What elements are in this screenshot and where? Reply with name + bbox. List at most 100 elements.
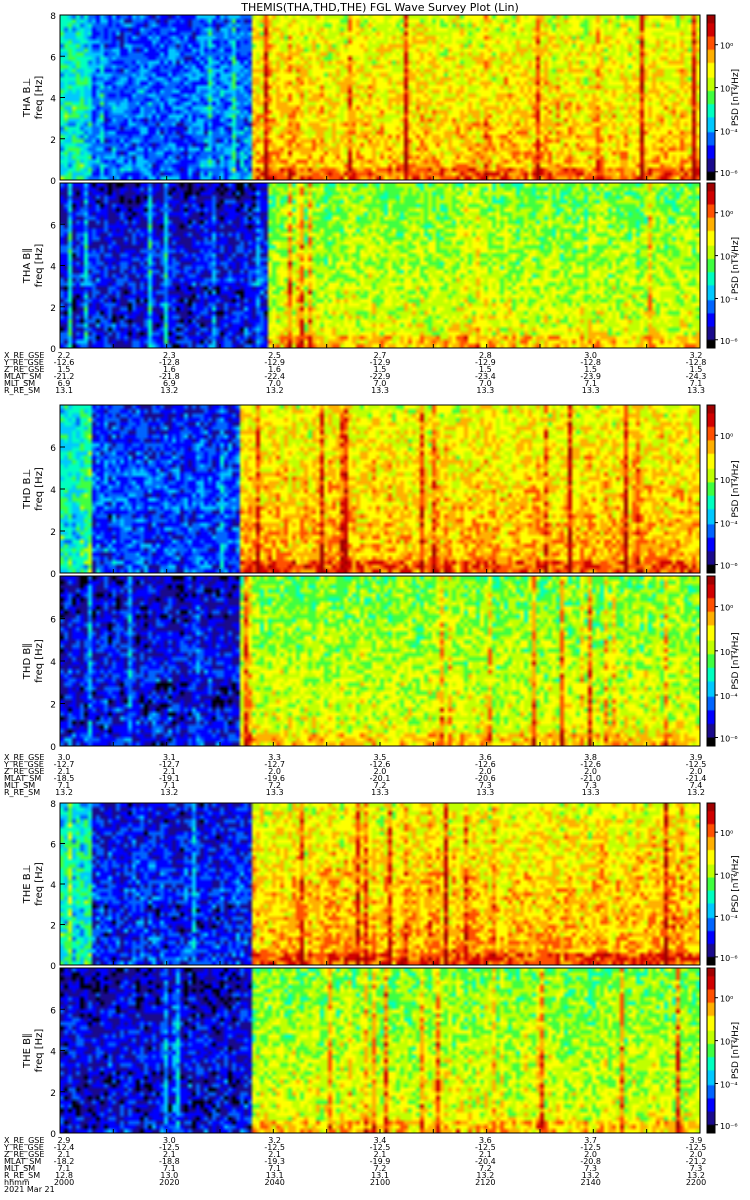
spectrogram-panels: 02468THA B⊥ freq [Hz]10⁰10⁻²10⁻⁴10⁻⁶PSD [… xyxy=(22,12,741,1140)
colorbar-label: PSD [nT²/Hz] xyxy=(731,237,741,294)
y-label-freq: freq [Hz] xyxy=(34,1029,45,1073)
y-label-probe: THD B⊥ xyxy=(22,469,33,510)
y-tick-label: 4 xyxy=(50,1048,56,1058)
colorbar-tick-label: 10⁰ xyxy=(720,210,733,219)
y-tick-label: 2 xyxy=(50,1089,56,1099)
y-label-freq: freq [Hz] xyxy=(34,244,45,288)
colorbar xyxy=(707,576,715,746)
y-tick-label: 8 xyxy=(50,800,56,810)
spectrogram-the-bpar: 0246THE B∥ freq [Hz]10⁰10⁻²10⁻⁴10⁻⁶PSD [n… xyxy=(22,967,741,1140)
colorbar xyxy=(707,968,715,1133)
tick-value: 13.3 xyxy=(582,788,600,797)
tick-value: 2000 xyxy=(54,1178,74,1187)
y-label-probe: THA B∥ xyxy=(22,248,33,285)
y-tick-label: 6 xyxy=(50,53,56,63)
colorbar-tick-label: 10⁻⁴ xyxy=(720,1081,738,1090)
colorbar-tick-label: 10⁰ xyxy=(720,42,733,51)
spectrogram-image xyxy=(60,803,700,965)
tick-value: 13.3 xyxy=(476,386,494,395)
y-tick-label: 6 xyxy=(50,616,56,626)
tick-value: 13.3 xyxy=(687,386,705,395)
y-tick-label: 4 xyxy=(50,881,56,891)
tick-value: 2140 xyxy=(580,1178,600,1187)
y-tick-label: 0 xyxy=(50,345,56,355)
y-label-probe: THE B∥ xyxy=(22,1033,33,1069)
tick-value: 13.3 xyxy=(582,386,600,395)
spectrogram-thd-bpar: 0246THD B∥ freq [Hz]10⁰10⁻²10⁻⁴10⁻⁶PSD [n… xyxy=(22,575,741,753)
colorbar-tick-label: 10⁰ xyxy=(720,995,733,1004)
y-tick-label: 4 xyxy=(50,658,56,668)
figure-title: THEMIS(THA,THD,THE) FGL Wave Survey Plot… xyxy=(240,1,519,14)
tick-table-the: X_RE_GSEY_RE_GSEZ_RE_GSEMLAT_SMMLT_SMR_R… xyxy=(3,1136,706,1194)
y-tick-label: 6 xyxy=(50,444,56,454)
colorbar-tick-label: 10⁻⁶ xyxy=(720,735,738,744)
y-tick-label: 6 xyxy=(50,841,56,851)
tick-value: 13.2 xyxy=(266,386,284,395)
y-tick-label: 0 xyxy=(50,743,56,753)
tick-value: 2020 xyxy=(159,1178,179,1187)
spectrogram-image xyxy=(60,183,700,348)
y-label-probe: THD B∥ xyxy=(22,643,33,680)
colorbar-label: PSD [nT²/Hz] xyxy=(731,632,741,689)
colorbar-tick-label: 10⁻⁴ xyxy=(720,692,738,701)
colorbar xyxy=(707,15,715,180)
colorbar-tick-label: 10⁻⁶ xyxy=(720,954,738,963)
tick-value: 2120 xyxy=(475,1178,495,1187)
tick-value: 13.2 xyxy=(160,386,178,395)
spectrogram-image xyxy=(60,576,700,746)
tick-value: 13.2 xyxy=(687,788,705,797)
tick-value: 13.3 xyxy=(371,386,389,395)
y-label-probe: THA B⊥ xyxy=(22,78,33,118)
y-tick-label: 2 xyxy=(50,922,56,932)
y-tick-label: 2 xyxy=(50,528,56,538)
y-label-freq: freq [Hz] xyxy=(34,639,45,683)
colorbar-tick-label: 10⁰ xyxy=(720,432,733,441)
spectrogram-tha-bl: 02468THA B⊥ freq [Hz]10⁰10⁻²10⁻⁴10⁻⁶PSD [… xyxy=(22,12,741,187)
spectrogram-image xyxy=(60,15,700,180)
wave-survey-figure: THEMIS(THA,THD,THE) FGL Wave Survey Plot… xyxy=(3,1,741,1194)
y-label-freq: freq [Hz] xyxy=(34,862,45,906)
colorbar-tick-label: 10⁻⁶ xyxy=(720,337,738,346)
y-tick-label: 2 xyxy=(50,136,56,146)
colorbar-tick-label: 10⁻⁴ xyxy=(720,520,738,529)
spectrogram-the-bl: 02468THE B⊥ freq [Hz]10⁰10⁻²10⁻⁴10⁻⁶PSD [… xyxy=(22,800,741,972)
colorbar xyxy=(707,405,715,573)
tick-row-label: R_RE_SM xyxy=(4,788,40,797)
colorbar-label: PSD [nT²/Hz] xyxy=(731,855,741,912)
colorbar xyxy=(707,183,715,348)
colorbar xyxy=(707,803,715,965)
spectrogram-thd-bl: 0246THD B⊥ freq [Hz]10⁰10⁻²10⁻⁴10⁻⁶PSD [n… xyxy=(22,404,741,580)
y-label-freq: freq [Hz] xyxy=(34,467,45,511)
y-tick-label: 0 xyxy=(50,570,56,580)
tick-value: 2040 xyxy=(264,1178,284,1187)
tick-row-label: R_RE_SM xyxy=(4,386,40,395)
tick-value: 13.3 xyxy=(266,788,284,797)
tick-value: 2200 xyxy=(686,1178,706,1187)
tick-row-label: 2021 Mar 21 xyxy=(4,1185,55,1194)
y-label-freq: freq [Hz] xyxy=(34,76,45,120)
y-tick-label: 4 xyxy=(50,263,56,273)
spectrogram-tha-bpar: 0246THA B∥ freq [Hz]10⁰10⁻²10⁻⁴10⁻⁶PSD [n… xyxy=(22,182,741,355)
y-tick-label: 4 xyxy=(50,486,56,496)
y-tick-label: 6 xyxy=(50,221,56,231)
colorbar-label: PSD [nT²/Hz] xyxy=(731,1022,741,1079)
colorbar-label: PSD [nT²/Hz] xyxy=(731,69,741,126)
colorbar-tick-label: 10⁻⁶ xyxy=(720,1122,738,1131)
y-tick-label: 0 xyxy=(50,962,56,972)
tick-table-thd: X_RE_GSEY_RE_GSEZ_RE_GSEMLAT_SMMLT_SMR_R… xyxy=(3,753,706,797)
y-tick-label: 6 xyxy=(50,1006,56,1016)
tick-value: 13.3 xyxy=(371,788,389,797)
tick-table-tha: X_RE_GSEY_RE_GSEZ_RE_GSEMLAT_SMMLT_SMR_R… xyxy=(3,351,706,395)
y-tick-label: 0 xyxy=(50,1130,56,1140)
spectrogram-image xyxy=(60,405,700,573)
y-tick-label: 2 xyxy=(50,701,56,711)
colorbar-tick-label: 10⁰ xyxy=(720,604,733,613)
y-tick-label: 4 xyxy=(50,95,56,105)
spectrogram-image xyxy=(60,968,700,1133)
tick-value: 13.1 xyxy=(55,386,73,395)
y-tick-label: 8 xyxy=(50,12,56,22)
colorbar-tick-label: 10⁻⁴ xyxy=(720,128,738,137)
y-tick-label: 2 xyxy=(50,304,56,314)
colorbar-tick-label: 10⁻⁴ xyxy=(720,913,738,922)
y-label-probe: THE B⊥ xyxy=(22,865,33,905)
